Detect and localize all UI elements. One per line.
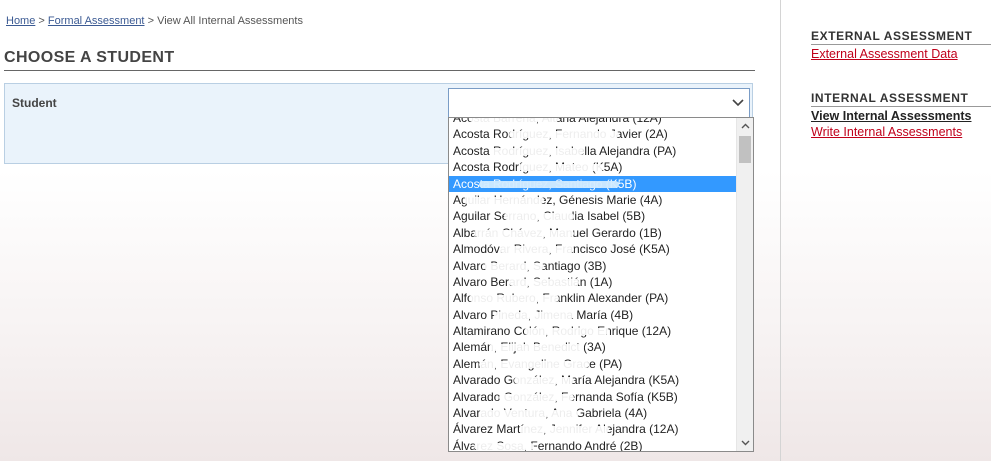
view-internal-assessments-link[interactable]: View Internal Assessments xyxy=(811,109,972,123)
redaction-mark xyxy=(489,344,584,352)
breadcrumb-separator: > xyxy=(147,15,154,27)
student-select[interactable] xyxy=(448,88,750,118)
dropdown-option[interactable]: Alvaro Berard, Sebastián (1A) xyxy=(449,274,739,290)
breadcrumb-home-link[interactable]: Home xyxy=(6,15,35,27)
dropdown-option[interactable]: Alvarado González, Fernanda Sofía (K5B) xyxy=(449,389,739,405)
redaction-mark xyxy=(494,311,574,319)
dropdown-option[interactable]: Alvaro Berard, Santiago (3B) xyxy=(449,258,739,274)
redaction-mark xyxy=(479,360,589,368)
breadcrumb: Home > Formal Assessment > View All Inte… xyxy=(6,15,303,27)
chevron-down-icon[interactable] xyxy=(729,91,747,115)
redaction-mark xyxy=(514,377,574,385)
external-assessment-data-link[interactable]: External Assessment Data xyxy=(811,47,958,61)
redaction-mark xyxy=(499,393,574,401)
redaction-mark xyxy=(524,328,609,336)
dropdown-option[interactable]: Acosta Rodríguez, Mateo (K5A) xyxy=(449,159,739,175)
breadcrumb-separator: > xyxy=(38,15,45,27)
write-internal-assessments-link[interactable]: Write Internal Assessments xyxy=(811,125,962,139)
dropdown-option[interactable]: Alemán, Elijah Benedict (3A) xyxy=(449,339,739,355)
dropdown-option[interactable]: Aguilar Serrano, Claudia Isabel (5B) xyxy=(449,208,739,224)
redaction-mark xyxy=(504,213,574,221)
redaction-mark xyxy=(509,278,579,286)
redaction-mark xyxy=(519,426,609,434)
student-dropdown-list[interactable]: Acosta Barrena, Aitana Alejandra (12A)Ac… xyxy=(448,117,754,452)
dropdown-option[interactable]: Álvarez Sosa, Fernando André (2B) xyxy=(449,438,739,451)
dropdown-option[interactable]: Acosta Rodríguez, Santiago (K5B) xyxy=(449,175,739,192)
dropdown-options: Acosta Barrena, Aitana Alejandra (12A)Ac… xyxy=(449,118,739,451)
dropdown-option[interactable]: Álvarez Martínez, Jennifer Alejandra (12… xyxy=(449,421,739,437)
redaction-mark xyxy=(469,295,559,303)
dropdown-scrollbar[interactable] xyxy=(736,118,753,451)
redaction-mark xyxy=(474,229,574,237)
redaction-mark xyxy=(484,262,544,270)
redaction-mark xyxy=(469,118,559,122)
dropdown-option[interactable]: Acosta Barrena, Aitana Alejandra (12A) xyxy=(449,118,739,126)
dropdown-option[interactable]: Acosta Rodríguez, Fernando Javier (2A) xyxy=(449,126,739,142)
breadcrumb-current: View All Internal Assessments xyxy=(157,15,303,27)
scroll-down-icon[interactable] xyxy=(737,435,753,451)
redaction-mark xyxy=(499,246,574,254)
scroll-up-icon[interactable] xyxy=(737,118,753,134)
dropdown-option[interactable]: Alvaro Pineda, Jimena María (4B) xyxy=(449,307,739,323)
redaction-mark xyxy=(479,180,619,188)
dropdown-option[interactable]: Alvarado Ventura, Ana Gabriela (4A) xyxy=(449,405,739,421)
redaction-mark xyxy=(509,131,619,139)
scrollbar-thumb[interactable] xyxy=(739,136,751,163)
page-title: CHOOSE A STUDENT xyxy=(4,49,755,71)
external-assessment-heading: EXTERNAL ASSESSMENT xyxy=(811,29,991,45)
dropdown-option[interactable]: Albarrán Chávez, Manuel Gerardo (1B) xyxy=(449,225,739,241)
internal-assessment-heading: INTERNAL ASSESSMENT xyxy=(811,91,991,107)
dropdown-option[interactable]: Alfonso Rubero, Franklin Alexander (PA) xyxy=(449,290,739,306)
dropdown-option[interactable]: Aguilar Hernández, Génesis Marie (4A) xyxy=(449,192,739,208)
breadcrumb-formal-link[interactable]: Formal Assessment xyxy=(48,15,145,27)
sidebar: EXTERNAL ASSESSMENT External Assessment … xyxy=(781,0,991,461)
dropdown-option[interactable]: Almodóvar Rivera, Francisco José (K5A) xyxy=(449,241,739,257)
dropdown-option[interactable]: Altamirano Colón, Rodrigo Enrique (12A) xyxy=(449,323,739,339)
redaction-mark xyxy=(479,410,579,418)
redaction-mark xyxy=(519,164,604,172)
redaction-mark xyxy=(489,147,584,155)
dropdown-option[interactable]: Acosta Rodríguez, Isabella Alejandra (PA… xyxy=(449,143,739,159)
redaction-mark xyxy=(474,442,534,450)
dropdown-option[interactable]: Alemán, Evangeline Grace (PA) xyxy=(449,356,739,372)
redaction-mark xyxy=(464,196,544,204)
student-label: Student xyxy=(12,96,57,110)
dropdown-option[interactable]: Alvarado González, María Alejandra (K5A) xyxy=(449,372,739,388)
